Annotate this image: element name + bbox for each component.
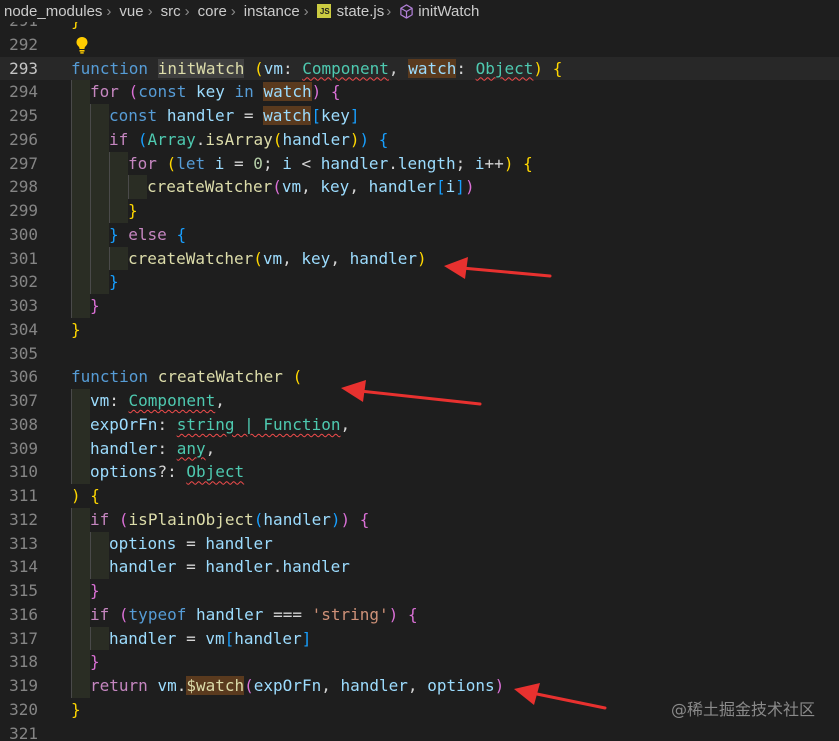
watermark: @稀土掘金技术社区 bbox=[670, 700, 815, 719]
arrow-to-createWatcher-call bbox=[444, 257, 552, 279]
annotation-arrows bbox=[341, 257, 607, 710]
arrow-to-vm-watch-return bbox=[514, 683, 607, 710]
arrow-to-createWatcher-definition bbox=[341, 380, 482, 406]
